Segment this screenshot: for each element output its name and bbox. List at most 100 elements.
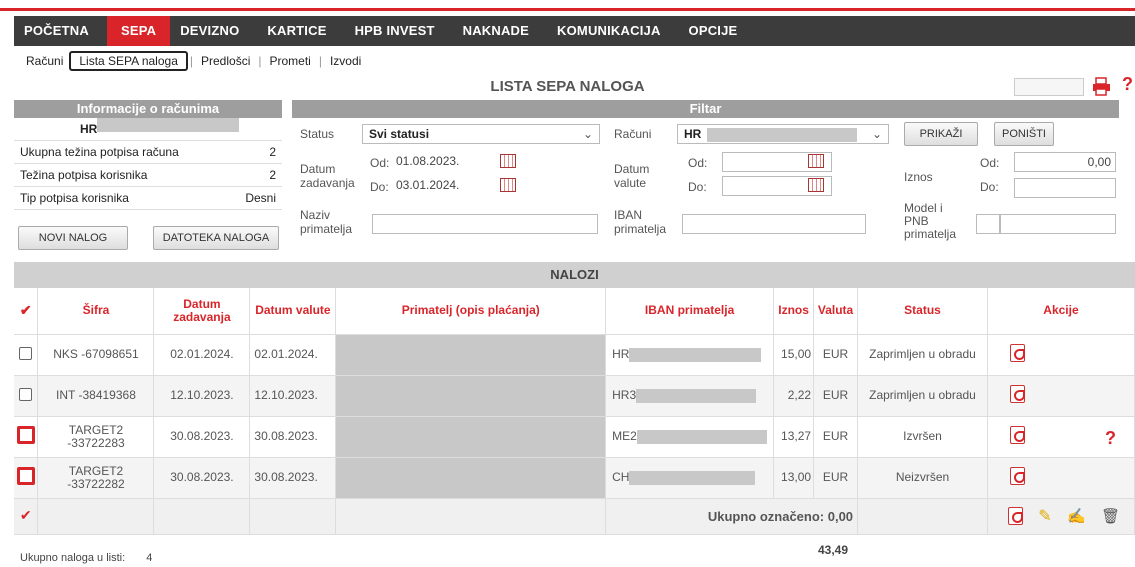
row-amount: 2,22 bbox=[773, 375, 815, 417]
help-icon[interactable]: ? bbox=[1105, 428, 1116, 448]
row-checkbox[interactable] bbox=[16, 426, 35, 444]
account-info-header: Informacije o računima bbox=[14, 100, 282, 118]
col-entry-date[interactable]: Datum zadavanja bbox=[153, 288, 251, 335]
entry-to-label: Do: bbox=[370, 180, 389, 194]
nav-komunikacija[interactable]: KOMUNIKACIJA bbox=[557, 16, 679, 46]
row-value-date: 30.08.2023. bbox=[249, 457, 337, 499]
row-checkbox[interactable] bbox=[19, 346, 33, 360]
row-entry-date: 12.10.2023. bbox=[153, 375, 251, 417]
subnav-predlosci[interactable]: Predlošci bbox=[195, 54, 256, 68]
row-iban: HR bbox=[605, 334, 775, 376]
pdf-icon[interactable] bbox=[1009, 467, 1025, 485]
orders-panel: NALOZI ✔ Šifra Datum zadavanja Datum val… bbox=[14, 262, 1135, 535]
table-row[interactable]: INT -38419368 12.10.2023. 12.10.2023. HR… bbox=[14, 375, 1135, 417]
check-all-icon[interactable]: ✔ bbox=[20, 303, 32, 317]
filter-header: Filtar bbox=[292, 100, 1119, 118]
table-row[interactable]: NKS -67098651 02.01.2024. 02.01.2024. HR… bbox=[14, 334, 1135, 376]
row-actions: ? bbox=[987, 416, 1135, 458]
row-status: Neizvršen bbox=[857, 457, 988, 499]
amount-label: Iznos bbox=[904, 170, 933, 184]
nav-opcije[interactable]: OPCIJE bbox=[689, 16, 756, 46]
nav-kartice[interactable]: KARTICE bbox=[267, 16, 344, 46]
info-label: Ukupna težina potpisa računa bbox=[20, 145, 179, 159]
table-row[interactable]: TARGET2 -33722283 30.08.2023. 30.08.2023… bbox=[14, 416, 1135, 458]
redacted-block bbox=[706, 127, 857, 142]
recipient-name-input[interactable] bbox=[372, 214, 598, 234]
row-status: Zaprimljen u obradu bbox=[857, 375, 988, 417]
info-label: Težina potpisa korisnika bbox=[20, 168, 148, 182]
redacted-block bbox=[97, 118, 240, 132]
row-checkbox[interactable] bbox=[16, 467, 35, 485]
row-value-date: 12.10.2023. bbox=[249, 375, 337, 417]
pdf-icon[interactable] bbox=[1009, 426, 1025, 444]
show-button[interactable]: PRIKAŽI bbox=[904, 122, 978, 146]
top-search-box[interactable] bbox=[1014, 78, 1084, 96]
redacted-block bbox=[629, 470, 756, 485]
col-currency[interactable]: Valuta bbox=[813, 288, 859, 335]
bulk-actions: ✎ ✍ 🗑 bbox=[987, 498, 1135, 535]
col-amount[interactable]: Iznos bbox=[773, 288, 815, 335]
entry-date-label: Datum zadavanja bbox=[300, 162, 355, 190]
main-nav: POČETNA SEPA DEVIZNO KARTICE HPB INVEST … bbox=[14, 16, 1135, 46]
sign-icon[interactable]: ✍ bbox=[1067, 509, 1086, 524]
amount-from-label: Od: bbox=[980, 156, 1000, 170]
calendar-icon[interactable] bbox=[500, 178, 516, 192]
subnav-racuni[interactable]: Računi bbox=[20, 54, 69, 68]
calendar-icon[interactable] bbox=[500, 154, 516, 168]
value-from-label: Od: bbox=[688, 156, 708, 170]
info-value: 2 bbox=[269, 168, 276, 182]
nav-pocetna[interactable]: POČETNA bbox=[24, 16, 107, 46]
pdf-icon[interactable] bbox=[1007, 507, 1023, 525]
total-marked: Ukupno označeno: 0,00 bbox=[605, 498, 859, 535]
row-checkbox[interactable] bbox=[19, 387, 33, 401]
model-input[interactable] bbox=[976, 214, 1000, 234]
entry-to-input[interactable]: 03.01.2024. bbox=[392, 176, 480, 196]
row-currency: EUR bbox=[813, 375, 859, 417]
help-icon[interactable]: ? bbox=[1122, 74, 1133, 95]
row-currency: EUR bbox=[813, 416, 859, 458]
redacted-block bbox=[636, 388, 757, 403]
row-iban: CH bbox=[605, 457, 775, 499]
check-all-icon[interactable]: ✔ bbox=[20, 508, 32, 522]
subnav-separator: | bbox=[258, 54, 262, 68]
chevron-down-icon: ⌄ bbox=[582, 127, 593, 141]
amount-from-input[interactable]: 0,00 bbox=[1014, 152, 1116, 172]
subnav-prometi[interactable]: Prometi bbox=[263, 54, 316, 68]
pnb-input[interactable] bbox=[1000, 214, 1116, 234]
table-row[interactable]: TARGET2 -33722282 30.08.2023. 30.08.2023… bbox=[14, 457, 1135, 499]
subnav-lista-sepa[interactable]: Lista SEPA naloga bbox=[69, 51, 188, 71]
order-file-button[interactable]: DATOTEKA NALOGA bbox=[153, 226, 279, 250]
pdf-icon[interactable] bbox=[1009, 385, 1025, 403]
table-footer-row: ✔ Ukupno označeno: 0,00 ✎ ✍ 🗑 bbox=[14, 498, 1135, 535]
reset-button[interactable]: PONIŠTI bbox=[994, 122, 1054, 146]
col-status[interactable]: Status bbox=[857, 288, 988, 335]
calendar-icon[interactable] bbox=[808, 178, 824, 192]
status-select[interactable]: Svi statusi ⌄ bbox=[362, 124, 600, 144]
nav-devizno[interactable]: DEVIZNO bbox=[180, 16, 257, 46]
row-recipient-redacted bbox=[335, 416, 607, 458]
row-iban: ME2 bbox=[605, 416, 775, 458]
account-number-row: HR bbox=[14, 118, 282, 141]
select-all-cell[interactable]: ✔ bbox=[14, 288, 39, 335]
status-label: Status bbox=[300, 127, 335, 141]
row-amount: 15,00 bbox=[773, 334, 815, 376]
amount-to-input[interactable] bbox=[1014, 178, 1116, 198]
print-icon[interactable] bbox=[1092, 76, 1112, 96]
nav-sepa[interactable]: SEPA bbox=[106, 16, 171, 46]
iban-input[interactable] bbox=[682, 214, 866, 234]
col-recipient[interactable]: Primatelj (opis plaćanja) bbox=[335, 288, 607, 335]
col-iban[interactable]: IBAN primatelja bbox=[605, 288, 775, 335]
subnav-izvodi[interactable]: Izvodi bbox=[324, 54, 367, 68]
col-value-date[interactable]: Datum valute bbox=[249, 288, 337, 335]
calendar-icon[interactable] bbox=[808, 154, 824, 168]
nav-hpb-invest[interactable]: HPB INVEST bbox=[355, 16, 453, 46]
new-order-button[interactable]: NOVI NALOG bbox=[18, 226, 128, 250]
orders-header: NALOZI bbox=[14, 262, 1135, 288]
pdf-icon[interactable] bbox=[1009, 344, 1025, 362]
entry-from-input[interactable]: 01.08.2023. bbox=[392, 152, 480, 172]
trash-icon[interactable]: 🗑 bbox=[1101, 509, 1120, 524]
nav-naknade[interactable]: NAKNADE bbox=[463, 16, 547, 46]
edit-icon[interactable]: ✎ bbox=[1038, 508, 1051, 524]
col-code[interactable]: Šifra bbox=[37, 288, 155, 335]
accounts-select[interactable]: HR ⌄ bbox=[677, 124, 889, 144]
